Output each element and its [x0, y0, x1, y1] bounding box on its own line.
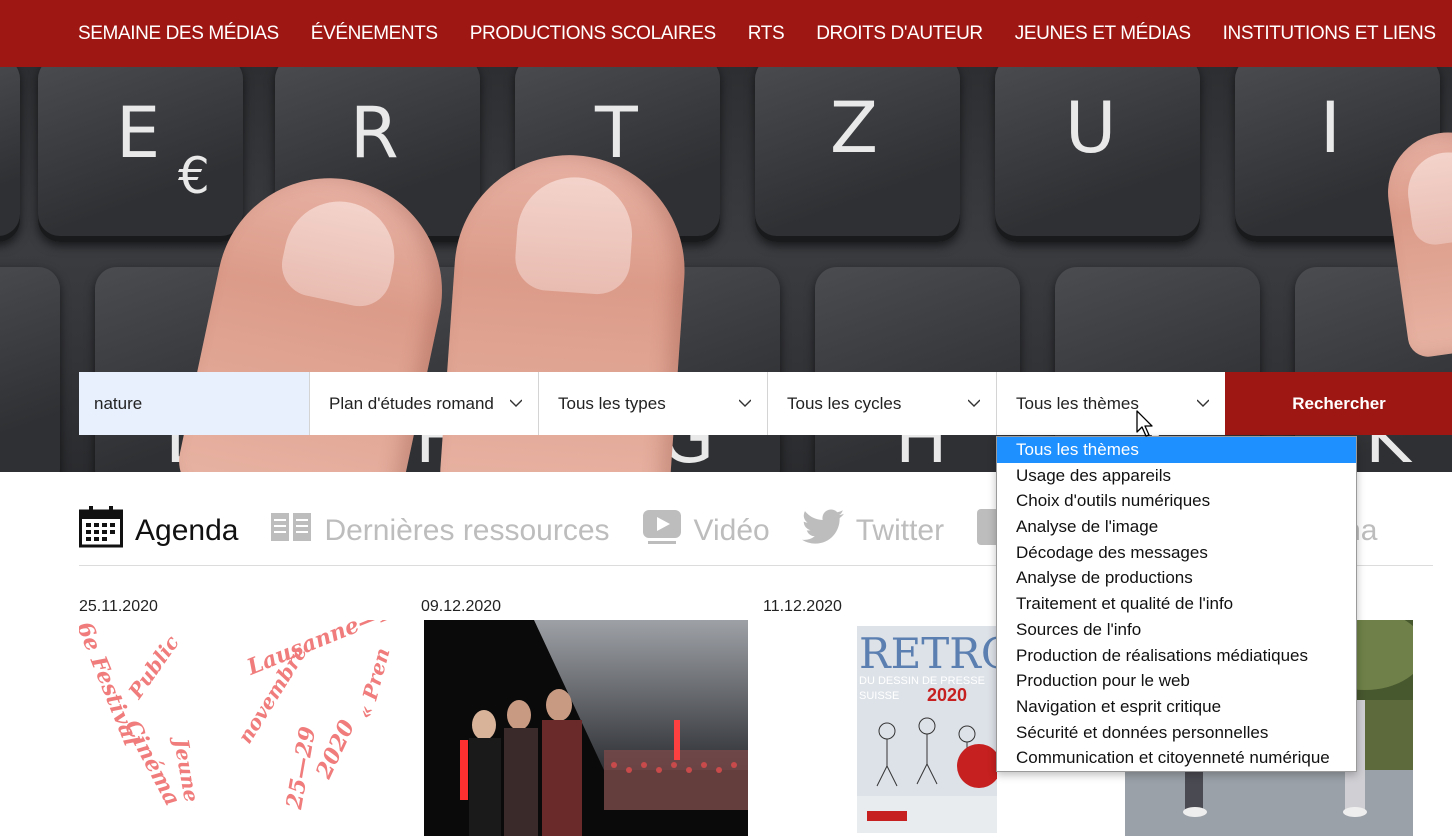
chevron-down-icon — [739, 399, 751, 407]
keyboard-key — [0, 267, 60, 472]
nav-item-rts[interactable]: RTS — [748, 23, 785, 45]
themes-select[interactable]: Tous les thèmes — [996, 372, 1225, 435]
keyboard-key-z: Z — [755, 67, 960, 242]
dropdown-option-decodage-des-messages[interactable]: Décodage des messages — [997, 540, 1356, 566]
key-euro-symbol: € — [178, 147, 210, 205]
dropdown-option-production-pour-le-web[interactable]: Production pour le web — [997, 668, 1356, 694]
card-image-festival-poster[interactable]: 6e Festival Cinéma Jeune Public Lausanne… — [79, 620, 409, 839]
nav-item-institutions-et-liens[interactable]: INSTITUTIONS ET LIENS — [1223, 23, 1436, 45]
fingernail — [276, 191, 405, 313]
dropdown-option-usage-des-appareils[interactable]: Usage des appareils — [997, 463, 1356, 489]
dropdown-option-sources-de-l-info[interactable]: Sources de l'info — [997, 617, 1356, 643]
tab-agenda[interactable]: Agenda — [79, 506, 238, 556]
cinema-scene — [424, 620, 748, 836]
chevron-down-icon — [968, 399, 980, 407]
search-button[interactable]: Rechercher — [1225, 372, 1452, 435]
key-letter: R — [350, 92, 399, 174]
card-date: 11.12.2020 — [763, 598, 842, 615]
keyboard-key-e: E € — [38, 67, 243, 242]
chevron-down-icon — [510, 399, 522, 407]
search-bar: Plan d'études romand Tous les types Tous… — [79, 372, 1452, 435]
tab-label: Dernières ressources — [324, 514, 610, 547]
chevron-down-icon — [1197, 399, 1209, 407]
keyboard-key-u: U — [995, 67, 1200, 242]
tab-dernieres-ressources[interactable]: Dernières ressources — [270, 511, 610, 551]
keyboard-key — [0, 67, 20, 242]
poster-text: Public — [123, 631, 184, 704]
nav-item-semaine-des-medias[interactable]: SEMAINE DES MÉDIAS — [78, 23, 279, 45]
poster-title: RETRO — [859, 629, 997, 678]
tab-label: Twitter — [855, 514, 945, 547]
dropdown-option-production-de-realisations[interactable]: Production de réalisations médiatiques — [997, 643, 1356, 669]
nav-item-jeunes-et-medias[interactable]: JEUNES ET MÉDIAS — [1015, 23, 1191, 45]
key-letter: Z — [830, 87, 878, 169]
calendar-icon — [79, 506, 123, 556]
tab-label: Vidéo — [693, 514, 770, 547]
dropdown-option-analyse-de-productions[interactable]: Analyse de productions — [997, 565, 1356, 591]
card-date: 09.12.2020 — [421, 598, 502, 615]
themes-select-value: Tous les thèmes — [1016, 393, 1139, 413]
themes-dropdown-list: Tous les thèmes Usage des appareils Choi… — [996, 436, 1357, 772]
plan-select-value: Plan d'études romand — [329, 393, 494, 413]
dropdown-option-communication-et-citoyennete[interactable]: Communication et citoyenneté numérique — [997, 745, 1356, 771]
types-select[interactable]: Tous les types — [538, 372, 767, 435]
twitter-bird-icon — [801, 509, 844, 553]
top-navigation: SEMAINE DES MÉDIAS ÉVÉNEMENTS PRODUCTION… — [0, 0, 1452, 67]
key-letter: U — [1065, 87, 1117, 169]
search-input[interactable] — [79, 372, 309, 435]
poster-text: « Pren — [353, 645, 395, 721]
key-letter: E — [116, 92, 161, 174]
poster-year: 2020 — [927, 685, 967, 705]
tab-label: Agenda — [135, 514, 239, 547]
cycles-select[interactable]: Tous les cycles — [767, 372, 996, 435]
video-play-icon — [642, 509, 682, 553]
dropdown-option-traitement-et-qualite[interactable]: Traitement et qualité de l'info — [997, 591, 1356, 617]
dropdown-option-securite-et-donnees[interactable]: Sécurité et données personnelles — [997, 720, 1356, 746]
keyboard-key-h: H — [815, 267, 1020, 472]
dropdown-option-analyse-de-l-image[interactable]: Analyse de l'image — [997, 514, 1356, 540]
key-letter: I — [1320, 87, 1341, 169]
tab-video[interactable]: Vidéo — [642, 509, 770, 553]
cycles-select-value: Tous les cycles — [787, 393, 902, 413]
poster-text: 2020 — [310, 715, 360, 783]
types-select-value: Tous les types — [558, 393, 666, 413]
dropdown-option-choix-d-outils-numeriques[interactable]: Choix d'outils numériques — [997, 488, 1356, 514]
card-image-cinema-photo[interactable] — [424, 620, 748, 836]
nav-item-evenements[interactable]: ÉVÉNEMENTS — [311, 23, 438, 45]
nav-item-droits-d-auteur[interactable]: DROITS D'AUTEUR — [816, 23, 983, 45]
card-date: 25.11.2020 — [79, 598, 158, 615]
dropdown-option-navigation-et-esprit-critique[interactable]: Navigation et esprit critique — [997, 694, 1356, 720]
tab-twitter[interactable]: Twitter — [801, 509, 945, 553]
fingernail — [1402, 147, 1452, 248]
card-image-retro-poster[interactable]: RETRO DU DESSIN DE PRESSE SUISSE 2020 — [857, 626, 997, 833]
mouse-cursor-icon — [1136, 410, 1154, 443]
dropdown-option-tous-les-themes[interactable]: Tous les thèmes — [997, 437, 1356, 463]
fingernail — [513, 173, 636, 297]
book-icon — [270, 511, 312, 551]
nav-item-productions-scolaires[interactable]: PRODUCTIONS SCOLAIRES — [470, 23, 716, 45]
poster-subtitle: SUISSE — [859, 690, 899, 702]
plan-select[interactable]: Plan d'études romand — [309, 372, 538, 435]
